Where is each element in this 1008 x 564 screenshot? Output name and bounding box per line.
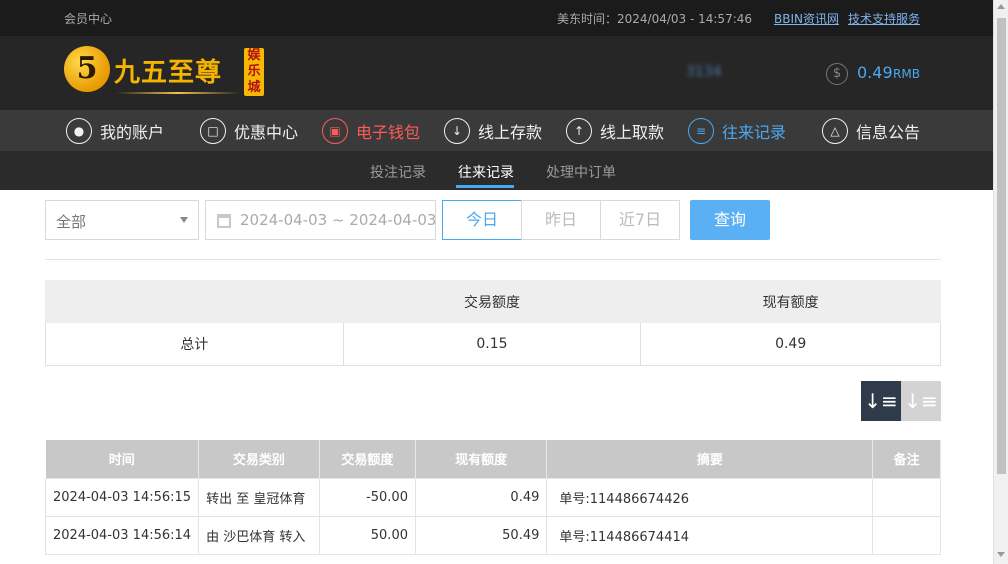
user-icon: ● (66, 118, 92, 144)
vertical-scrollbar[interactable] (993, 0, 1008, 564)
nav-label: 信息公告 (856, 123, 921, 142)
page: 会员中心 美东时间：2024/04/03 - 14:57:46 BBIN资讯网 … (0, 0, 1008, 564)
nav-label: 我的账户 (100, 123, 165, 142)
nav-item-my-account[interactable]: ● 我的账户 (66, 116, 164, 146)
today-button[interactable]: 今日 (442, 200, 522, 240)
gift-icon: □ (200, 118, 226, 144)
cell-remark (872, 515, 941, 555)
date-range-input[interactable]: 2024-04-03 ~ 2024-04-03 (205, 200, 436, 240)
wallet-icon: ▣ (322, 118, 348, 144)
scroll-up-arrow-icon[interactable] (997, 4, 1005, 9)
sort-ascending-icon[interactable]: ↓≡ (901, 381, 941, 421)
cell-amount: -50.00 (318, 477, 416, 517)
tab-transaction-records[interactable]: 往来记录 (458, 162, 514, 182)
nav-item-withdraw[interactable]: ↑ 线上取款 (566, 116, 664, 146)
logo-badge: 娱乐城 (244, 48, 264, 96)
eastern-time: 美东时间：2024/04/03 - 14:57:46 (557, 12, 753, 26)
summary-total-amount: 0.15 (342, 322, 642, 366)
cell-amount: 50.00 (318, 515, 416, 555)
sort-descending-icon[interactable]: ↓≡ (861, 381, 901, 421)
summary-table: 交易额度 现有额度 总计 0.15 0.49 (45, 280, 941, 366)
nav-label: 优惠中心 (234, 123, 299, 142)
nav-label: 电子钱包 (356, 123, 421, 142)
logo-mark: 5 (64, 46, 110, 92)
cell-balance: 0.49 (414, 477, 548, 517)
cell-remark (872, 477, 941, 517)
nav-item-records[interactable]: ≡ 往来记录 (688, 116, 786, 146)
col-header-time: 时间 (45, 440, 200, 478)
cell-time: 2024-04-03 14:56:15 (44, 477, 200, 517)
tech-support-link[interactable]: 技术支持服务 (848, 10, 920, 27)
summary-header-empty (45, 280, 344, 323)
records-table: 时间 交易类别 交易额度 现有额度 摘要 备注 2024-04-03 14:56… (44, 440, 941, 555)
dollar-icon: $ (826, 63, 848, 85)
nav-item-deposit[interactable]: ↓ 线上存款 (444, 116, 542, 146)
balance-value: 0.49 (857, 63, 893, 82)
logo-text: 九五至尊 (114, 58, 223, 88)
bell-icon: △ (822, 118, 848, 144)
col-header-remark: 备注 (872, 440, 941, 478)
yesterday-button[interactable]: 昨日 (521, 200, 601, 240)
nav-item-announcements[interactable]: △ 信息公告 (822, 116, 920, 146)
col-header-balance: 现有额度 (415, 440, 548, 478)
cell-summary: 单号:114486674414 (546, 515, 874, 555)
cell-type: 由 沙巴体育 转入 (198, 515, 320, 555)
username-masked: 3134 (686, 64, 722, 80)
bbin-news-link[interactable]: BBIN资讯网 (774, 10, 839, 27)
query-button[interactable]: 查询 (690, 200, 770, 240)
main-nav: ● 我的账户 □ 优惠中心 ▣ 电子钱包 ↓ 线上存款 ↑ 线上取款 ≡ 往来记… (0, 110, 993, 151)
balance-unit: RMB (893, 67, 920, 81)
top-bar: 会员中心 美东时间：2024/04/03 - 14:57:46 BBIN资讯网 … (0, 0, 993, 36)
scroll-down-arrow-icon[interactable] (997, 552, 1005, 557)
nav-label: 往来记录 (722, 123, 787, 142)
logo[interactable]: 5 九五至尊 娱乐城 (64, 44, 264, 102)
tab-bet-records[interactable]: 投注记录 (370, 162, 426, 182)
cell-summary: 单号:114486674426 (546, 477, 874, 517)
summary-total-balance: 0.49 (640, 322, 941, 366)
member-center-label: 会员中心 (64, 12, 113, 26)
summary-header-amount: 交易额度 (342, 280, 642, 323)
type-select-value: 全部 (56, 213, 87, 231)
cell-balance: 50.49 (414, 515, 548, 555)
cell-time: 2024-04-03 14:56:14 (44, 515, 200, 555)
summary-header-row: 交易额度 现有额度 (45, 280, 941, 323)
nav-label: 线上取款 (600, 123, 665, 142)
table-row: 2024-04-03 14:56:15 转出 至 皇冠体育 -50.00 0.4… (44, 477, 941, 517)
type-select[interactable]: 全部 (45, 200, 199, 240)
divider (45, 259, 941, 260)
brand-bar: 5 九五至尊 娱乐城 3134 $ 0.49 RMB (0, 36, 993, 110)
last-7-days-button[interactable]: 近7日 (600, 200, 680, 240)
nav-item-promotions[interactable]: □ 优惠中心 (200, 116, 298, 146)
records-header-row: 时间 交易类别 交易额度 现有额度 摘要 备注 (45, 440, 941, 478)
summary-header-balance: 现有额度 (640, 280, 941, 323)
chevron-down-icon (180, 217, 188, 223)
calendar-icon (217, 214, 231, 228)
date-range-value: 2024-04-03 ~ 2024-04-03 (240, 211, 436, 229)
col-header-type: 交易类别 (198, 440, 320, 478)
active-tab-indicator (456, 185, 514, 188)
logo-ornament (116, 92, 240, 94)
cell-type: 转出 至 皇冠体育 (198, 477, 320, 517)
summary-total-label: 总计 (45, 322, 344, 366)
deposit-icon: ↓ (444, 118, 470, 144)
tab-pending-orders[interactable]: 处理中订单 (546, 162, 616, 182)
nav-label: 线上存款 (478, 123, 543, 142)
nav-item-e-wallet[interactable]: ▣ 电子钱包 (322, 116, 420, 146)
col-header-amount: 交易额度 (319, 440, 416, 478)
records-icon: ≡ (688, 118, 714, 144)
withdraw-icon: ↑ (566, 118, 592, 144)
summary-total-row: 总计 0.15 0.49 (45, 322, 941, 366)
col-header-summary: 摘要 (546, 440, 874, 478)
scroll-thumb[interactable] (997, 18, 1006, 474)
table-row: 2024-04-03 14:56:14 由 沙巴体育 转入 50.00 50.4… (44, 515, 941, 555)
